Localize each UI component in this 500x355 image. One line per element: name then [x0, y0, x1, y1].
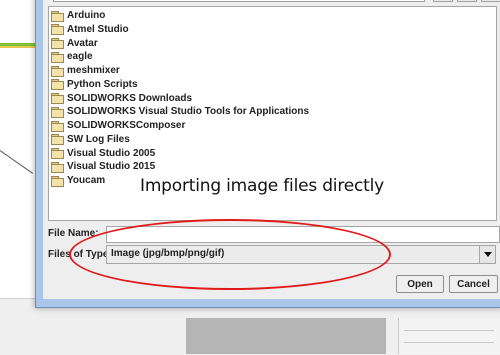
folder-name: Python Scripts	[67, 78, 138, 90]
folder-icon	[51, 148, 64, 159]
list-item[interactable]: Youcam	[51, 174, 105, 187]
folder-icon	[51, 65, 64, 77]
folder-name: Arduino	[67, 10, 106, 21]
annotation-caption: Importing image files directly	[140, 176, 385, 196]
folder-icon	[51, 106, 64, 118]
file-chooser-dialog: Arduino Atmel Studio Avatar eagle meshmi…	[35, 0, 500, 308]
folder-name: SOLIDWORKS Visual Studio Tools for Appli…	[67, 106, 310, 118]
list-item[interactable]: SW Log Files	[51, 133, 130, 146]
list-item[interactable]: Atmel Studio	[51, 23, 129, 36]
background-divider	[404, 330, 494, 331]
annotation-ellipse	[69, 219, 391, 290]
folder-name: SOLIDWORKSComposer	[67, 120, 186, 131]
background-gray-block	[186, 318, 386, 354]
folder-icon	[51, 51, 64, 63]
look-in-combo[interactable]	[53, 0, 425, 2]
cancel-button[interactable]: Cancel	[449, 275, 498, 293]
dialog-toolbar	[53, 0, 500, 3]
list-item[interactable]: Python Scripts	[51, 78, 138, 91]
open-button[interactable]: Open	[396, 275, 444, 293]
list-item[interactable]: meshmixer	[51, 64, 120, 77]
list-item[interactable]: SOLIDWORKSComposer	[51, 119, 185, 132]
view-mode-button[interactable]	[457, 0, 477, 2]
background-right-panel	[398, 318, 500, 354]
folder-name: Visual Studio 2005	[67, 147, 156, 159]
folder-icon	[51, 79, 64, 91]
list-item[interactable]: Avatar	[51, 37, 98, 50]
folder-icon	[51, 38, 64, 49]
folder-name: SOLIDWORKS Downloads	[67, 92, 192, 104]
details-view-button[interactable]	[481, 0, 500, 2]
list-item[interactable]: eagle	[51, 50, 93, 63]
folder-icon	[51, 10, 64, 22]
folder-icon	[51, 93, 64, 104]
background-yellow-line	[0, 46, 36, 48]
folder-icon	[51, 24, 64, 36]
folder-icon	[51, 134, 64, 146]
folder-icon	[51, 120, 64, 132]
list-item[interactable]: SOLIDWORKS Visual Studio Tools for Appli…	[51, 105, 309, 118]
list-item[interactable]: Arduino	[51, 9, 105, 22]
folder-name: Visual Studio 2015	[67, 161, 156, 173]
folder-name: Atmel Studio	[67, 23, 129, 35]
dropdown-button[interactable]	[479, 246, 495, 263]
folder-icon	[51, 175, 64, 187]
dialog-content: Arduino Atmel Studio Avatar eagle meshmi…	[43, 0, 500, 299]
folder-name: Youcam	[67, 175, 106, 186]
up-folder-button[interactable]	[433, 0, 453, 2]
background-divider	[404, 342, 494, 343]
list-item[interactable]: SOLIDWORKS Downloads	[51, 92, 192, 105]
chevron-down-icon	[483, 252, 492, 257]
list-item[interactable]: Visual Studio 2005	[51, 147, 155, 160]
list-item[interactable]: Visual Studio 2015	[51, 160, 155, 173]
folder-name: SW Log Files	[67, 133, 130, 145]
folder-name: Avatar	[67, 37, 98, 49]
folder-name: meshmixer	[67, 65, 120, 76]
folder-icon	[51, 161, 64, 173]
folder-name: eagle	[67, 51, 93, 63]
